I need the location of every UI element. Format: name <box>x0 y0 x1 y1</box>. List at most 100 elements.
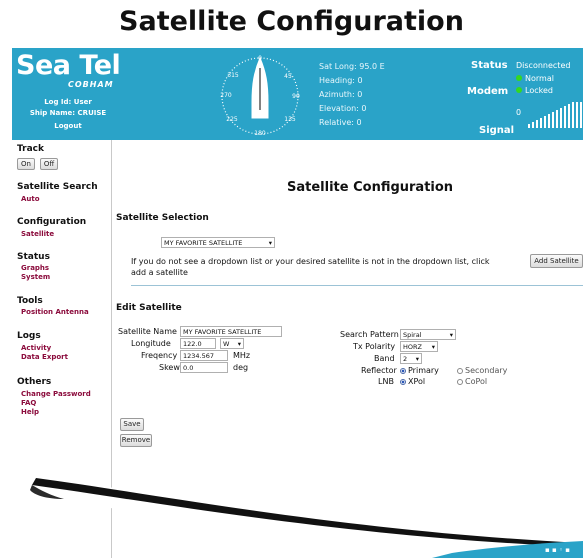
modem-status: Locked <box>516 86 553 95</box>
status-tray-icons: ▪ ▪ ◦ ▪ <box>545 546 571 554</box>
compass-label-315: 315 <box>227 72 239 79</box>
log-id-text: Log Id: User <box>44 98 92 106</box>
top-bar: Sea Tel COBHAM Log Id: User Ship Name: C… <box>12 48 583 140</box>
reflector-label: Reflector <box>361 366 397 375</box>
chevron-down-icon: ▾ <box>449 331 453 339</box>
tools-heading: Tools <box>17 296 43 306</box>
signal-value: 0 <box>516 108 522 117</box>
compass-label-180: 180 <box>254 130 266 137</box>
lnb-copol-radio[interactable] <box>457 378 463 385</box>
compass-label-90: 90 <box>292 93 300 100</box>
modem-label: Modem <box>467 86 509 97</box>
frequency-label: Freqency <box>141 351 178 360</box>
sidebar-item-change-password[interactable]: Change Password <box>21 390 91 398</box>
content-title: Satellite Configuration <box>287 180 454 195</box>
chevron-down-icon: ▾ <box>431 343 435 351</box>
search-pattern-select[interactable]: Spiral ▾ <box>400 329 456 340</box>
relative-readout: Relative: 0 <box>319 118 362 127</box>
sea-tel-logo: Sea Tel <box>16 50 121 81</box>
locked-indicator-icon <box>516 87 522 93</box>
logout-link[interactable]: Logout <box>12 122 124 130</box>
band-select[interactable]: 2 ▾ <box>400 353 422 364</box>
satellite-search-heading: Satellite Search <box>17 182 98 192</box>
compass-label-270: 270 <box>220 92 232 99</box>
sidebar-item-graphs[interactable]: Graphs <box>21 264 49 272</box>
signal-strength-icon <box>528 102 582 128</box>
track-heading: Track <box>17 144 44 154</box>
sidebar-item-data-export[interactable]: Data Export <box>21 353 68 361</box>
decorative-swoosh <box>30 478 583 558</box>
compass-label-135: 135 <box>284 116 296 123</box>
logs-heading: Logs <box>17 331 41 341</box>
lnb-xpol-option[interactable]: XPol <box>400 377 425 386</box>
compass-label-45: 45 <box>284 73 292 80</box>
reflector-primary-option[interactable]: Primary <box>400 366 439 375</box>
satellite-select[interactable]: MY FAVORITE SATELLITE ▾ <box>161 237 275 248</box>
azimuth-readout: Azimuth: 0 <box>319 90 363 99</box>
page-title: Satellite Configuration <box>119 6 464 37</box>
search-pattern-label: Search Pattern <box>340 330 399 339</box>
longitude-direction-select[interactable]: W ▾ <box>220 338 244 349</box>
app-window: Sea Tel COBHAM Log Id: User Ship Name: C… <box>12 48 583 558</box>
ship-name-text: Ship Name: CRUISE <box>29 109 107 117</box>
lnb-label: LNB <box>378 377 394 386</box>
tx-polarity-value: HORZ <box>403 343 422 351</box>
band-label: Band <box>374 354 395 363</box>
status-normal-text: Normal <box>525 74 554 83</box>
track-off-button[interactable]: Off <box>40 158 58 170</box>
sidebar-item-activity[interactable]: Activity <box>21 344 51 352</box>
reflector-primary-text: Primary <box>408 366 439 375</box>
skew-field[interactable]: 0.0 <box>180 362 228 373</box>
track-on-button[interactable]: On <box>17 158 35 170</box>
reflector-secondary-radio[interactable] <box>457 367 463 374</box>
signal-label: Signal <box>479 125 515 136</box>
configuration-heading: Configuration <box>17 217 87 227</box>
reflector-secondary-option[interactable]: Secondary <box>457 366 507 375</box>
section-divider <box>131 285 583 286</box>
lnb-copol-text: CoPol <box>465 377 488 386</box>
longitude-field[interactable]: 122.0 <box>180 338 216 349</box>
satellite-select-value: MY FAVORITE SATELLITE <box>164 239 243 247</box>
lnb-xpol-text: XPol <box>408 377 426 386</box>
frequency-field[interactable]: 1234.567 <box>180 350 228 361</box>
lnb-xpol-radio[interactable] <box>400 378 406 385</box>
satellite-name-label: Satellite Name <box>118 327 177 336</box>
chevron-down-icon: ▾ <box>415 355 419 363</box>
frequency-unit: MHz <box>233 351 251 360</box>
tx-polarity-label: Tx Polarity <box>353 342 396 351</box>
reflector-secondary-text: Secondary <box>465 366 508 375</box>
add-satellite-hint-cont: add a satellite <box>131 268 188 277</box>
sidebar-item-faq[interactable]: FAQ <box>21 399 36 407</box>
compass-label-0: 0 <box>258 55 262 62</box>
chevron-down-icon: ▾ <box>237 340 241 348</box>
sidebar-item-auto[interactable]: Auto <box>21 195 40 203</box>
reflector-primary-radio[interactable] <box>400 367 406 374</box>
cobham-logo: COBHAM <box>68 80 114 89</box>
longitude-direction-value: W <box>223 340 230 348</box>
save-button[interactable]: Save <box>120 418 144 431</box>
status-normal: Normal <box>516 74 554 83</box>
satellite-selection-heading: Satellite Selection <box>116 213 209 223</box>
add-satellite-button[interactable]: Add Satellite <box>530 254 583 268</box>
band-value: 2 <box>403 355 408 363</box>
sidebar-item-system[interactable]: System <box>21 273 50 281</box>
heading-readout: Heading: 0 <box>319 76 363 85</box>
skew-label: Skew <box>159 363 180 372</box>
normal-indicator-icon <box>516 75 522 81</box>
sidebar-item-position-antenna[interactable]: Position Antenna <box>21 308 89 316</box>
lnb-copol-option[interactable]: CoPol <box>457 377 487 386</box>
tx-polarity-select[interactable]: HORZ ▾ <box>400 341 438 352</box>
elevation-readout: Elevation: 0 <box>319 104 367 113</box>
others-heading: Others <box>17 377 52 387</box>
longitude-label: Longitude <box>131 339 171 348</box>
edit-satellite-heading: Edit Satellite <box>116 303 182 313</box>
status-value: Disconnected <box>516 61 571 70</box>
satellite-name-field[interactable]: MY FAVORITE SATELLITE <box>180 326 282 337</box>
sidebar-item-help[interactable]: Help <box>21 408 39 416</box>
sidebar-item-satellite[interactable]: Satellite <box>21 230 54 238</box>
status-heading: Status <box>17 252 50 262</box>
add-satellite-hint: If you do not see a dropdown list or you… <box>131 257 490 266</box>
sat-long-readout: Sat Long: 95.0 E <box>319 62 385 71</box>
chevron-down-icon: ▾ <box>268 239 272 247</box>
search-pattern-value: Spiral <box>403 331 422 339</box>
